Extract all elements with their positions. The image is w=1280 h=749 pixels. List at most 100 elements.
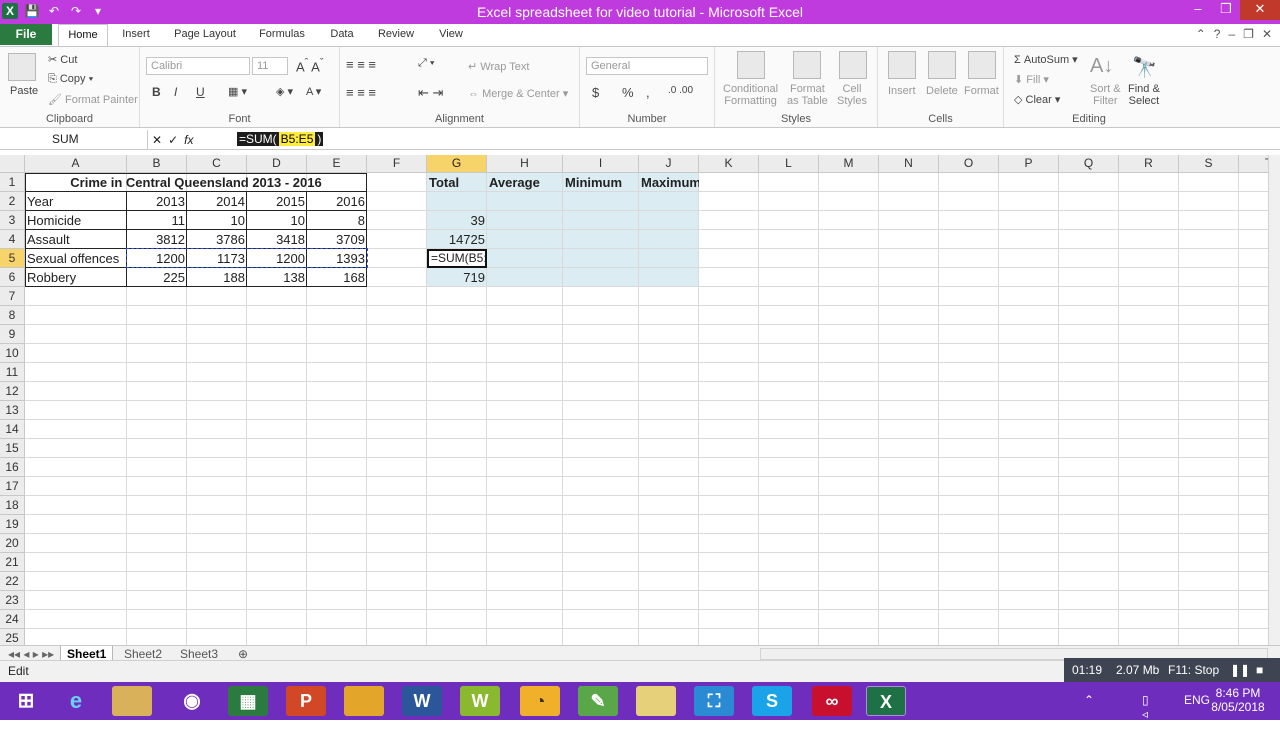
row-header-21[interactable]: 21 xyxy=(0,553,25,572)
tray-icons[interactable]: ▯ ◃ ≋ ▮ xyxy=(1142,693,1152,749)
excel-taskbar-icon[interactable]: X xyxy=(866,686,906,716)
delete-cells-icon[interactable] xyxy=(928,51,956,79)
restore-icon[interactable]: ❐ xyxy=(1212,0,1240,20)
underline-button[interactable]: U xyxy=(196,85,205,99)
active-cell-editing[interactable]: =SUM(B5:E5) xyxy=(427,249,487,268)
fill-color-icon[interactable]: ◈ ▾ xyxy=(276,85,293,98)
tab-page-layout[interactable]: Page Layout xyxy=(168,24,242,46)
data-cell[interactable]: 11 xyxy=(127,211,187,230)
cancel-icon[interactable]: ✕ xyxy=(152,131,162,150)
summary-header-3[interactable]: Maximum xyxy=(639,173,699,192)
close-icon[interactable]: ✕ xyxy=(1240,0,1280,20)
row-header-4[interactable]: 4 xyxy=(0,230,25,249)
column-header-l[interactable]: L xyxy=(759,155,819,173)
column-header-j[interactable]: J xyxy=(639,155,699,173)
minimize-ribbon-icon[interactable]: ⌃ xyxy=(1196,27,1206,41)
autosum-button[interactable]: Σ AutoSum ▾ xyxy=(1014,53,1078,66)
sort-filter-button[interactable]: Sort & Filter xyxy=(1090,83,1121,107)
powerpoint-icon[interactable]: P xyxy=(286,686,326,716)
indent-icons[interactable]: ⇤ ⇥ xyxy=(418,85,443,101)
column-header-m[interactable]: M xyxy=(819,155,879,173)
cut-button[interactable]: ✂ Cut xyxy=(48,53,77,66)
insert-cells-button[interactable]: Insert xyxy=(888,85,916,97)
doc-close-icon[interactable]: ✕ xyxy=(1262,27,1272,41)
color-app-icon[interactable] xyxy=(344,686,384,716)
copy-button[interactable]: ⎘ Copy ▾ xyxy=(48,73,93,86)
minimize-icon[interactable]: – xyxy=(1184,0,1212,20)
decimal-icons[interactable]: .0 .00 xyxy=(668,85,693,96)
help-icon[interactable]: ? xyxy=(1214,27,1221,41)
store-icon[interactable]: ▦ xyxy=(228,686,268,716)
data-cell[interactable]: 3709 xyxy=(307,230,367,249)
vertical-align-icons[interactable]: ≡ ≡ ≡ xyxy=(346,57,376,72)
column-header-h[interactable]: H xyxy=(487,155,563,173)
data-cell[interactable]: 3418 xyxy=(247,230,307,249)
total-cell[interactable]: 14725 xyxy=(427,230,487,249)
data-cell[interactable]: 10 xyxy=(247,211,307,230)
spreadsheet-grid[interactable]: ABCDEFGHIJKLMNOPQRST12345678910111213141… xyxy=(0,155,1268,645)
horizontal-align-icons[interactable]: ≡ ≡ ≡ xyxy=(346,85,376,100)
format-cells-icon[interactable] xyxy=(968,51,996,79)
find-select-button[interactable]: Find & Select xyxy=(1128,83,1160,107)
row-label[interactable]: Robbery xyxy=(25,268,127,287)
total-cell[interactable]: 39 xyxy=(427,211,487,230)
column-header-q[interactable]: Q xyxy=(1059,155,1119,173)
fill-button[interactable]: ⬇ Fill ▾ xyxy=(1014,73,1049,86)
data-cell[interactable]: 2014 xyxy=(187,192,247,211)
borders-icon[interactable]: ▦ ▾ xyxy=(228,85,247,98)
column-header-t[interactable]: T xyxy=(1239,155,1268,173)
row-header-13[interactable]: 13 xyxy=(0,401,25,420)
format-cells-button[interactable]: Format xyxy=(964,85,999,97)
data-cell[interactable]: 2013 xyxy=(127,192,187,211)
tab-review[interactable]: Review xyxy=(372,24,420,46)
summary-header-0[interactable]: Total xyxy=(427,173,487,192)
row-header-12[interactable]: 12 xyxy=(0,382,25,401)
stop-icon[interactable]: ■ xyxy=(1256,658,1263,682)
row-header-8[interactable]: 8 xyxy=(0,306,25,325)
evernote-icon[interactable]: ✎ xyxy=(578,686,618,716)
percent-button[interactable]: % xyxy=(622,85,634,100)
row-label[interactable]: Homicide xyxy=(25,211,127,230)
data-cell[interactable]: 10 xyxy=(187,211,247,230)
tray-chevron-icon[interactable]: ⌃ xyxy=(1084,693,1094,707)
tab-data[interactable]: Data xyxy=(322,24,362,46)
green-w-app-icon[interactable]: W xyxy=(460,686,500,716)
word-icon[interactable]: W xyxy=(402,686,442,716)
number-format-select[interactable]: General xyxy=(586,57,708,75)
select-all-corner[interactable] xyxy=(0,155,25,173)
clock[interactable]: 8:46 PM 8/05/2018 xyxy=(1208,686,1268,714)
data-cell[interactable]: 2015 xyxy=(247,192,307,211)
row-header-17[interactable]: 17 xyxy=(0,477,25,496)
internet-explorer-icon[interactable]: e xyxy=(56,686,96,716)
insert-cells-icon[interactable] xyxy=(888,51,916,79)
column-header-k[interactable]: K xyxy=(699,155,759,173)
tab-formulas[interactable]: Formulas xyxy=(254,24,310,46)
tab-insert[interactable]: Insert xyxy=(114,24,158,46)
creative-cloud-icon[interactable]: ∞ xyxy=(812,686,852,716)
row-label[interactable]: Sexual offences xyxy=(25,249,127,268)
column-header-g[interactable]: G xyxy=(427,155,487,173)
row-header-20[interactable]: 20 xyxy=(0,534,25,553)
row-header-22[interactable]: 22 xyxy=(0,572,25,591)
font-name-select[interactable]: Calibri xyxy=(146,57,250,75)
formula-input[interactable]: =SUM(B5:E5) xyxy=(234,130,324,150)
sort-filter-icon[interactable]: A↓ xyxy=(1090,55,1113,78)
row-header-7[interactable]: 7 xyxy=(0,287,25,306)
conditional-formatting-icon[interactable] xyxy=(737,51,765,79)
row-header-18[interactable]: 18 xyxy=(0,496,25,515)
data-cell[interactable]: 168 xyxy=(307,268,367,287)
row-header-24[interactable]: 24 xyxy=(0,610,25,629)
chrome-icon[interactable]: ◉ xyxy=(172,686,212,716)
grow-font-icon[interactable]: Aˆ Aˇ xyxy=(296,57,323,74)
merge-center-button[interactable]: ⇔ Merge & Center ▾ xyxy=(468,87,568,100)
row-header-10[interactable]: 10 xyxy=(0,344,25,363)
row-header-19[interactable]: 19 xyxy=(0,515,25,534)
stop-recording-button[interactable]: F11: Stop xyxy=(1168,658,1219,682)
column-header-s[interactable]: S xyxy=(1179,155,1239,173)
clear-button[interactable]: ◇ Clear ▾ xyxy=(1014,93,1060,106)
italic-button[interactable]: I xyxy=(174,85,177,99)
paste-button[interactable]: Paste xyxy=(10,85,38,97)
cell-styles-icon[interactable] xyxy=(839,51,867,79)
row-header-3[interactable]: 3 xyxy=(0,211,25,230)
delete-cells-button[interactable]: Delete xyxy=(926,85,958,97)
